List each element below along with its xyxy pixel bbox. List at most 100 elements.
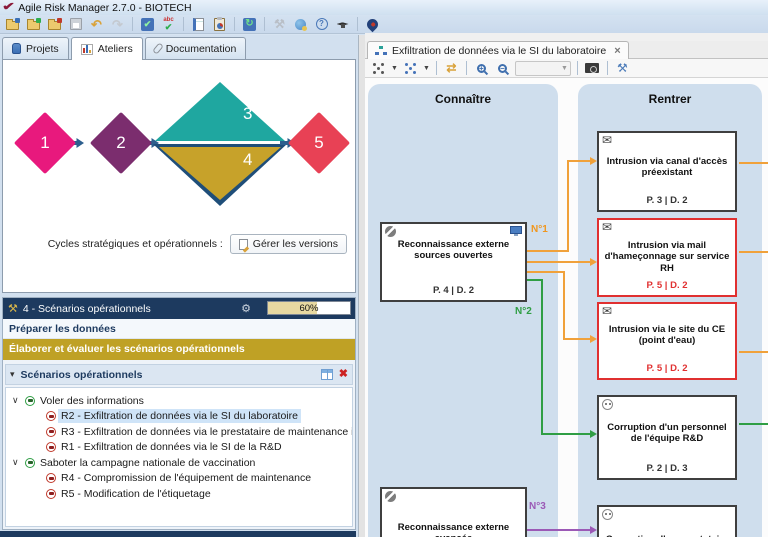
- workshop-5-diamond[interactable]: 5: [287, 111, 351, 175]
- button-label: Gérer les versions: [252, 238, 338, 250]
- node-intrusion-mail-hameconnage[interactable]: ✉ Intrusion via mail d'hameçonnage sur s…: [597, 218, 737, 297]
- scenarios-section-header[interactable]: ▾ Scénarios opérationnels ✖: [5, 364, 353, 385]
- sync-view-icon[interactable]: ↻: [241, 16, 258, 32]
- collapse-icon[interactable]: ▾: [10, 369, 15, 380]
- web-update-icon[interactable]: [292, 16, 309, 32]
- zoom-in-icon[interactable]: +: [473, 60, 490, 76]
- undo-icon[interactable]: ↶: [88, 16, 105, 32]
- open-workshop-icon[interactable]: [25, 16, 42, 32]
- node-corruption-personnel-rd[interactable]: Corruption d'un personnel de l'équipe R&…: [597, 395, 737, 480]
- toolbar-separator: [264, 17, 265, 31]
- main-toolbar: ↶ ↷ ✔ abc ✔ ↻ ⚒ ?: [0, 15, 768, 34]
- screenshot-icon[interactable]: [584, 60, 601, 76]
- diagram-settings-icon[interactable]: ⚒: [614, 60, 631, 76]
- cycle-caption: Cycles stratégiques et opérationnels :: [47, 238, 223, 250]
- link-n1-segment: [567, 160, 591, 162]
- projects-icon: [12, 43, 21, 54]
- dashboard-icon[interactable]: [211, 16, 228, 32]
- refresh-layout-icon[interactable]: ⇄: [443, 60, 460, 76]
- layout-graph-icon[interactable]: [370, 60, 387, 76]
- toolbar-separator: [465, 61, 467, 75]
- diagram-tab-bar: Exfiltration de données via le SI du lab…: [365, 41, 768, 59]
- tab-projets[interactable]: Projets: [2, 37, 69, 59]
- close-icon[interactable]: ×: [614, 45, 620, 57]
- tree-group[interactable]: ∨ Saboter la campagne nationale de vacci…: [6, 455, 352, 471]
- tab-label: Exfiltration de données via le SI du lab…: [392, 44, 607, 57]
- zoom-out-icon[interactable]: −: [494, 60, 511, 76]
- validate-icon[interactable]: ✔: [139, 16, 156, 32]
- node-reconnaissance-avancee[interactable]: Reconnaissance externe avancée: [380, 487, 527, 537]
- chevron-down-icon[interactable]: ▼: [423, 65, 430, 72]
- node-metric: P. 5 | D. 2: [646, 280, 688, 291]
- toolbar-separator: [234, 17, 235, 31]
- chevron-down-icon[interactable]: ▼: [391, 65, 398, 72]
- tab-label: Documentation: [165, 42, 237, 55]
- mail-icon: ✉: [602, 220, 613, 234]
- step-preparer-les-donnees[interactable]: Préparer les données: [3, 319, 355, 339]
- manage-versions-button[interactable]: Gérer les versions: [229, 234, 347, 254]
- tree-item[interactable]: R1 - Exfiltration de données via le SI d…: [6, 440, 352, 456]
- toolbar-separator: [606, 61, 608, 75]
- attack-graph-canvas[interactable]: Connaître Rentrer N°1 N°2 N°3 Reconnaiss…: [365, 78, 768, 537]
- risk-source-icon: [25, 395, 35, 406]
- workshop-2-diamond[interactable]: 2: [89, 111, 153, 175]
- training-icon[interactable]: [334, 16, 351, 32]
- operational-scenario-icon: [379, 45, 383, 49]
- app-window: ✔ Agile Risk Manager 2.7.0 - BIOTECH ↶ ↷…: [0, 0, 768, 537]
- node-title: Corruption d'un personnel de l'équipe R&…: [607, 422, 727, 445]
- tab-exfiltration-diagram[interactable]: Exfiltration de données via le SI du lab…: [367, 41, 629, 59]
- help-icon[interactable]: ?: [313, 16, 330, 32]
- node-corruption-prestataire[interactable]: Corruption d'un prestataire: [597, 505, 737, 537]
- chevron-down-icon[interactable]: ∨: [12, 395, 20, 406]
- save-icon[interactable]: [67, 16, 84, 32]
- chevron-down-icon[interactable]: ∨: [12, 457, 20, 468]
- workshop-number: 5: [314, 133, 324, 152]
- scenario-icon: [46, 411, 56, 422]
- tab-documentation[interactable]: Documentation: [144, 37, 247, 59]
- outgoing-link: [739, 162, 768, 164]
- workshop-3-triangle[interactable]: [155, 82, 285, 141]
- toolbar-separator: [435, 61, 437, 75]
- node-intrusion-canal-preexistant[interactable]: ✉ Intrusion via canal d'accès préexistan…: [597, 131, 737, 212]
- left-tab-bar: Projets Ateliers Documentation: [2, 37, 247, 60]
- node-reconnaissance-sources-ouvertes[interactable]: Reconnaissance externe sources ouvertes …: [380, 222, 527, 302]
- report-icon[interactable]: [190, 16, 207, 32]
- panel-splitter[interactable]: [358, 35, 365, 537]
- tab-ateliers[interactable]: Ateliers: [70, 37, 143, 60]
- link-n2-arrowhead: [590, 430, 597, 438]
- node-title: Intrusion via canal d'accès préexistant: [606, 156, 728, 179]
- link-n1-segment: [527, 261, 590, 263]
- tree-item[interactable]: R4 - Compromission de l'équipement de ma…: [6, 471, 352, 487]
- link-n1-arrowhead: [590, 335, 597, 343]
- workshop4-title: 4 - Scénarios opérationnels: [22, 302, 151, 315]
- tree-item[interactable]: R5 - Modification de l'étiquetage: [6, 486, 352, 502]
- workshop-4-triangle[interactable]: [159, 147, 281, 200]
- workshops-icon: [80, 43, 93, 55]
- open-project-icon[interactable]: [4, 16, 21, 32]
- workshop4-header[interactable]: ⚒ 4 - Scénarios opérationnels ⚙ 60%: [3, 298, 355, 319]
- tree-group-label: Saboter la campagne nationale de vaccina…: [40, 456, 256, 469]
- node-intrusion-site-ce[interactable]: ✉ Intrusion via le site du CE (point d'e…: [597, 302, 737, 380]
- zoom-level-select[interactable]: ▼: [514, 60, 571, 76]
- tree-item-label: R2 - Exfiltration de données via le SI d…: [58, 409, 301, 424]
- workshop-1-diamond[interactable]: 1: [13, 111, 77, 175]
- spellcheck-icon[interactable]: abc ✔: [160, 16, 177, 32]
- step-elaborer-scenarios[interactable]: Élaborer et évaluer les scénarios opérat…: [3, 339, 355, 360]
- table-view-icon[interactable]: [320, 369, 333, 380]
- tree-group[interactable]: ∨ Voler des informations: [6, 393, 352, 409]
- gear-icon[interactable]: ⚙: [241, 302, 251, 315]
- node-metric: P. 5 | D. 2: [646, 363, 688, 374]
- import-project-icon[interactable]: [46, 16, 63, 32]
- delete-icon[interactable]: ✖: [339, 369, 348, 380]
- link-n1-arrowhead: [590, 157, 597, 165]
- right-panel: Exfiltration de données via le SI du lab…: [365, 33, 768, 537]
- tree-item[interactable]: R3 - Exfiltration de données via le pres…: [6, 424, 352, 440]
- outgoing-link: [739, 351, 768, 353]
- toolbar-separator: [183, 17, 184, 31]
- layout-tree-icon[interactable]: [402, 60, 419, 76]
- tools-icon[interactable]: ⚒: [271, 16, 288, 32]
- redo-icon[interactable]: ↷: [109, 16, 126, 32]
- link-n1-arrowhead: [590, 258, 597, 266]
- support-pin-icon[interactable]: [364, 16, 381, 33]
- tree-item[interactable]: R2 - Exfiltration de données via le SI d…: [6, 409, 352, 425]
